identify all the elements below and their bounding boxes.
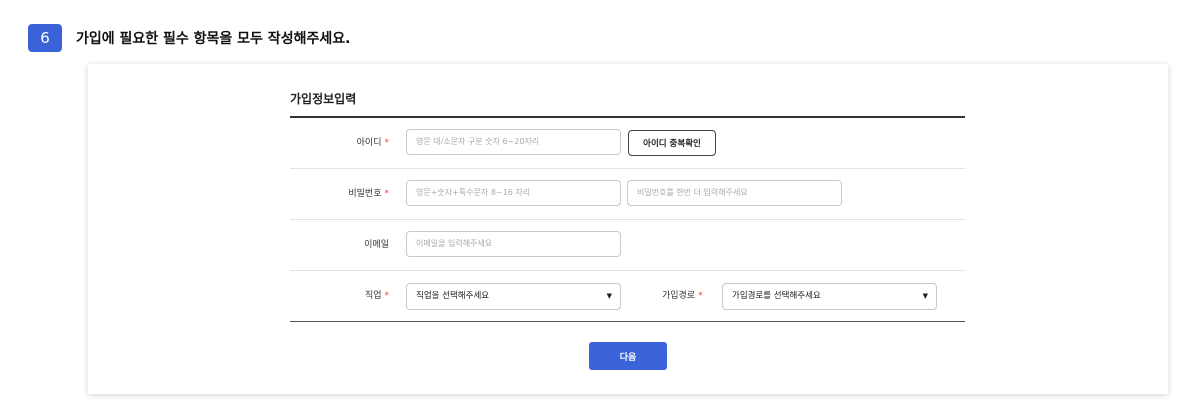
job-label-text: 직업 xyxy=(364,291,382,301)
job-label: 직업 * xyxy=(365,271,389,321)
id-row: 아이디 * 영문 대/소문자 구분 숫자 6~20자리 아이디 중복확인 xyxy=(290,118,965,169)
job-select-value: 직업을 선택해주세요 xyxy=(416,291,490,301)
step-number-badge: 6 xyxy=(28,24,62,52)
password-input[interactable]: 영문+숫자+특수문자 8~16 자리 xyxy=(406,180,621,206)
referral-label: 가입경로 * xyxy=(662,271,703,321)
password-confirm-input[interactable]: 비밀번호를 한번 더 입력해주세요 xyxy=(627,180,842,206)
id-duplicate-check-button[interactable]: 아이디 중복확인 xyxy=(628,130,716,156)
password-label: 비밀번호 * xyxy=(348,169,389,219)
password-row: 비밀번호 * 영문+숫자+특수문자 8~16 자리 비밀번호를 한번 더 입력해주… xyxy=(290,169,965,220)
password-label-text: 비밀번호 xyxy=(348,189,382,199)
required-mark: * xyxy=(384,189,390,199)
next-button[interactable]: 다음 xyxy=(589,342,667,370)
id-label: 아이디 * xyxy=(357,118,389,168)
email-row: 이메일 이메일을 입력해주세요 xyxy=(290,220,965,271)
signup-form-card: 가입정보입력 아이디 * 영문 대/소문자 구분 숫자 6~20자리 아이디 중복… xyxy=(88,64,1168,394)
job-select[interactable]: 직업을 선택해주세요 ▼ xyxy=(406,283,621,310)
id-input[interactable]: 영문 대/소문자 구분 숫자 6~20자리 xyxy=(406,129,621,155)
referral-select[interactable]: 가입경로를 선택해주세요 ▼ xyxy=(722,283,937,310)
step-instruction: 가입에 필요한 필수 항목을 모두 작성해주세요. xyxy=(76,31,351,47)
required-mark: * xyxy=(384,291,390,301)
job-row: 직업 * 직업을 선택해주세요 ▼ 가입경로 * 가입경로를 선택해주세요 ▼ xyxy=(290,271,965,322)
step-header: 6 가입에 필요한 필수 항목을 모두 작성해주세요. xyxy=(28,24,350,52)
form-title: 가입정보입력 xyxy=(290,92,357,106)
email-label: 이메일 xyxy=(364,240,389,250)
dropdown-arrow-icon: ▼ xyxy=(922,292,928,300)
email-input[interactable]: 이메일을 입력해주세요 xyxy=(406,231,621,257)
required-mark: * xyxy=(384,138,390,148)
required-mark: * xyxy=(698,291,703,301)
dropdown-arrow-icon: ▼ xyxy=(606,292,612,300)
referral-label-text: 가입경로 xyxy=(662,291,696,301)
id-label-text: 아이디 xyxy=(356,138,382,148)
referral-select-value: 가입경로를 선택해주세요 xyxy=(732,291,821,301)
